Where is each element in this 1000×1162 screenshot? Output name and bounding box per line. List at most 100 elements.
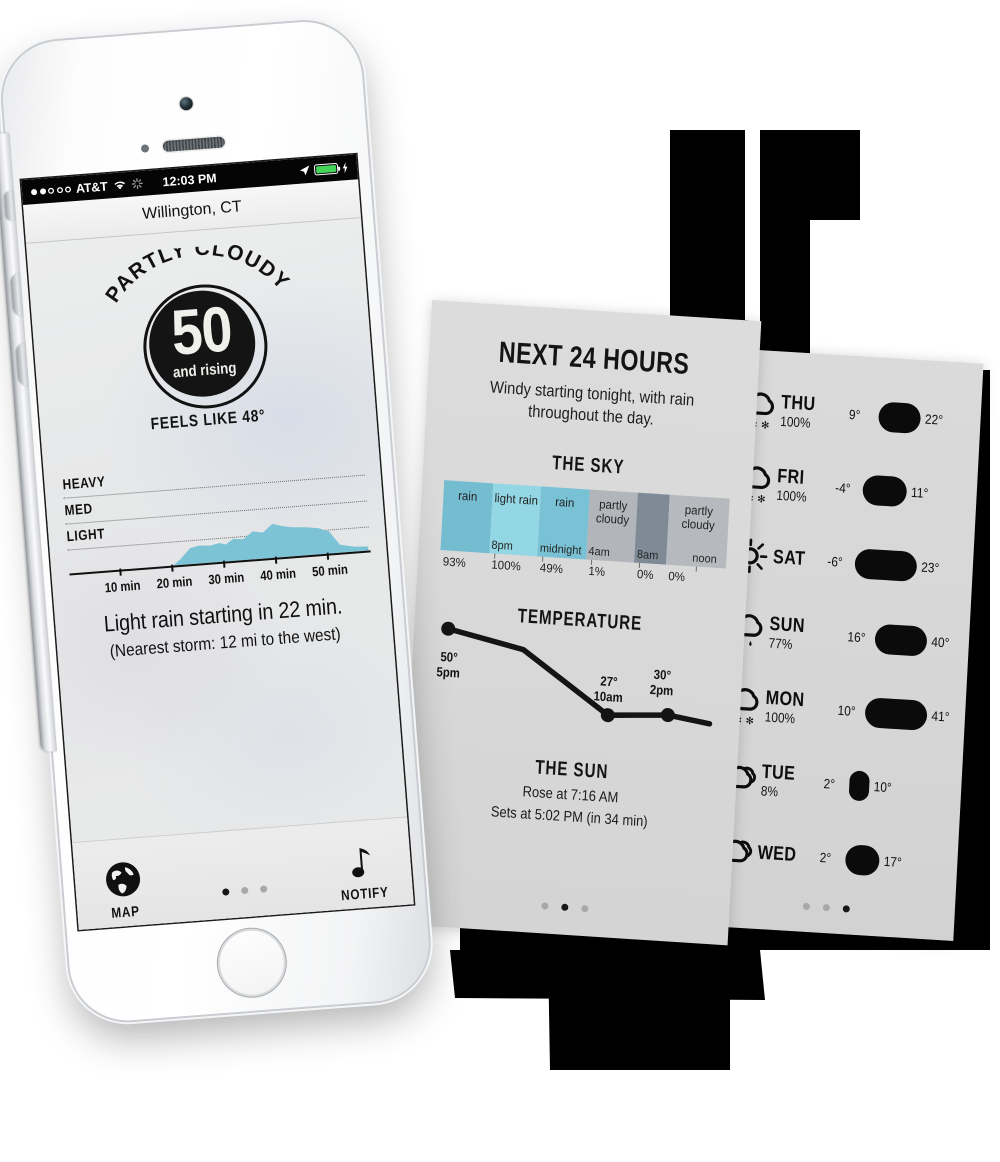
- sky-segment[interactable]: 8am: [634, 492, 670, 568]
- forecast-high-temp: 41°: [931, 708, 950, 725]
- sky-tick: [695, 566, 697, 572]
- forecast-day-meta: SAT: [772, 545, 835, 573]
- forecast-day-meta: TUE 8%: [760, 760, 824, 802]
- forecast-high-temp: 22°: [924, 411, 944, 428]
- forecast-day-meta: MON 100%: [764, 687, 828, 728]
- temp-point-label: 27° 10am: [593, 673, 624, 706]
- iphone-device: AT&T 12:03 PM Willington, CT PARTLY CLOU…: [0, 4, 456, 1042]
- lightning-bolt-icon: [342, 162, 348, 174]
- sky-condition: [654, 493, 655, 503]
- sky-section-title: THE SKY: [551, 452, 625, 479]
- sky-segment[interactable]: rain midnight: [537, 486, 590, 562]
- page-dot-3[interactable]: [842, 905, 850, 913]
- app-content: PARTLY CLOUDY 50 and rising FEELS LIKE 4…: [26, 218, 414, 930]
- forecast-day-precip: 77%: [768, 635, 793, 653]
- forecast-low-temp: 16°: [847, 629, 866, 646]
- forecast-range-bar: [854, 548, 918, 583]
- sky-condition: light rain: [494, 492, 539, 508]
- forecast-low-temp: -6°: [826, 554, 844, 571]
- sky-time-label: 8pm: [491, 538, 514, 553]
- forecast-low-temp: 2°: [819, 850, 832, 866]
- forecast-range-bar: [861, 474, 908, 508]
- forecast-day-name: WED: [757, 841, 797, 866]
- page-dot-1[interactable]: [802, 902, 810, 911]
- forecast-low-temp: 2°: [823, 776, 836, 792]
- page-dot-3[interactable]: [580, 904, 588, 913]
- globe-icon: [106, 862, 141, 897]
- forecast-range-bar: [844, 844, 881, 877]
- forecast-low-temp: -4°: [834, 480, 851, 497]
- sky-segment[interactable]: light rain 8pm: [489, 483, 542, 559]
- rain-tick-label: 30 min: [207, 569, 245, 588]
- current-conditions-badge: PARTLY CLOUDY 50 and rising FEELS LIKE 4…: [26, 218, 379, 473]
- sky-tick: [493, 553, 495, 559]
- forecast-temp-range: 2° 17°: [819, 841, 959, 883]
- battery-full-icon: [313, 162, 339, 176]
- sky-condition: partly cloudy: [595, 498, 630, 528]
- sky-time-label: 4am: [588, 545, 611, 560]
- next-24-hours-card[interactable]: NEXT 24 HOURS Windy starting tonight, wi…: [398, 300, 762, 946]
- forecast-low-temp: 9°: [848, 407, 861, 423]
- sky-precip-pct: 0%: [667, 570, 686, 585]
- sky-tick: [542, 556, 544, 562]
- sky-precip-pct: 93%: [442, 555, 467, 570]
- forecast-day-meta: FRI 100%: [775, 465, 840, 506]
- temp-point-value: 50°: [440, 648, 459, 666]
- forecast-temp-range: 10° 41°: [826, 693, 966, 735]
- temp-point-time: 10am: [593, 688, 624, 706]
- forecast-day-precip: 8%: [760, 783, 779, 800]
- temp-point-time: 2pm: [649, 681, 674, 699]
- forecast-row-wed[interactable]: WED 2° 17°: [698, 813, 959, 903]
- svg-text:✻: ✻: [761, 420, 770, 431]
- forecast-temp-range: 9° 22°: [842, 397, 982, 439]
- location-arrow-icon: [299, 165, 310, 176]
- forecast-day-name: SAT: [772, 545, 806, 570]
- rain-tick-label: 10 min: [104, 577, 141, 596]
- page-dot-1[interactable]: [221, 888, 230, 896]
- forecast-day-precip: 100%: [775, 487, 808, 505]
- forecast-high-temp: 10°: [873, 779, 893, 796]
- page-dot-2[interactable]: [240, 886, 249, 895]
- the-sky-section: THE SKY rain light rain 8pm rain midnigh…: [440, 447, 732, 586]
- forecast-temp-range: 16° 40°: [830, 619, 970, 661]
- sky-segment[interactable]: rain: [440, 480, 493, 554]
- sky-segment[interactable]: partly cloudy 4am: [586, 489, 639, 565]
- page-dot-1[interactable]: [540, 902, 549, 910]
- forecast-high-temp: 23°: [920, 559, 940, 576]
- sky-condition: rain: [554, 496, 575, 511]
- forecast-temp-range: -4° 11°: [834, 471, 978, 513]
- page-dot-3[interactable]: [259, 885, 267, 893]
- forecast-high-temp: 17°: [883, 854, 903, 871]
- card-subtitle: Windy starting tonight, with rain throug…: [489, 378, 695, 430]
- forecast-day-meta: WED: [757, 841, 820, 869]
- sky-condition: rain: [457, 489, 478, 505]
- forecast-range-bar: [864, 697, 928, 731]
- sky-segment[interactable]: partly cloudy noon: [665, 494, 730, 572]
- temperature-section: TEMPERATURE 50° 5pm 27° 10am 30° 2pm: [431, 602, 723, 746]
- music-note-icon: [352, 848, 370, 878]
- current-temperature: 50: [168, 293, 234, 370]
- svg-text:✻: ✻: [757, 494, 766, 505]
- temp-point-label: 50° 5pm: [436, 649, 461, 682]
- rain-area-series: [69, 523, 369, 574]
- page-dot-2[interactable]: [822, 903, 830, 912]
- page-dot-2[interactable]: [560, 903, 569, 911]
- sky-tick: [639, 562, 641, 568]
- sky-precip-pct: 0%: [636, 568, 654, 583]
- forecast-high-temp: 11°: [910, 485, 929, 502]
- temp-point-label: 30° 2pm: [649, 666, 674, 699]
- svg-text:✻: ✻: [745, 716, 754, 727]
- sky-tick: [590, 559, 593, 565]
- forecast-day-meta: SUN 77%: [768, 613, 832, 654]
- sky-precip-pct: 100%: [491, 558, 522, 574]
- notify-button-label: NOTIFY: [340, 884, 390, 904]
- forecast-range-bar: [848, 770, 871, 802]
- map-button[interactable]: MAP: [84, 857, 164, 922]
- sky-time-label: 8am: [636, 548, 659, 563]
- rain-tick-label: 20 min: [156, 573, 193, 592]
- sky-precip-pct: 49%: [539, 562, 564, 577]
- notify-button[interactable]: NOTIFY: [323, 839, 403, 904]
- sky-segments: rain light rain 8pm rain midnight partly…: [440, 480, 730, 572]
- forecast-low-temp: 10°: [837, 702, 856, 720]
- temp-point-time: 5pm: [436, 664, 461, 682]
